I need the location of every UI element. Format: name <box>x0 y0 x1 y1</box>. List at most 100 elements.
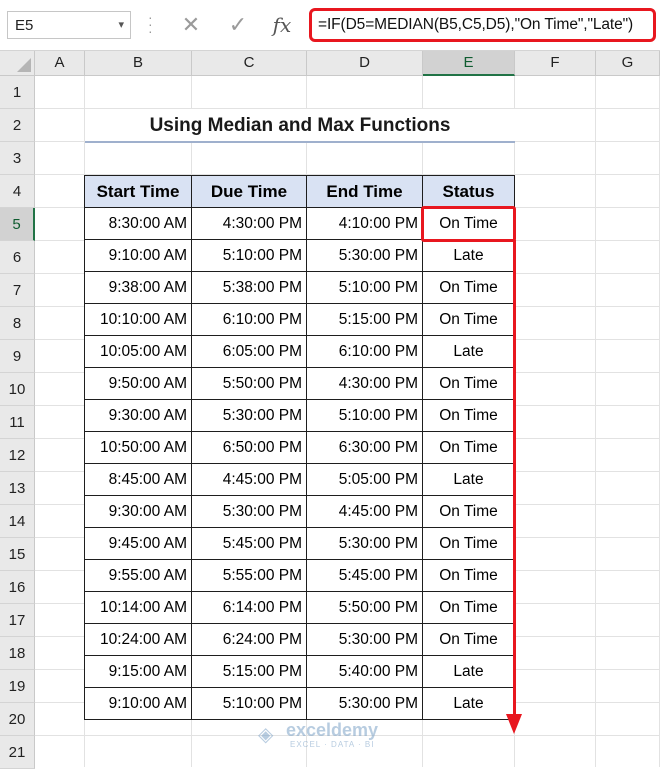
select-all-button[interactable] <box>0 51 35 76</box>
cell-end-time[interactable]: 5:45:00 PM <box>306 559 423 592</box>
cell-end-time[interactable]: 5:50:00 PM <box>306 591 423 624</box>
column-header-g[interactable]: G <box>596 51 660 76</box>
row-header-4[interactable]: 4 <box>0 175 35 208</box>
cell-status[interactable]: Late <box>422 463 515 496</box>
cell-due-time[interactable]: 6:05:00 PM <box>191 335 307 368</box>
header-end-time[interactable]: End Time <box>306 175 423 208</box>
cell-due-time[interactable]: 6:14:00 PM <box>191 591 307 624</box>
cell-start-time[interactable]: 10:24:00 AM <box>84 623 192 656</box>
cell-status[interactable]: On Time <box>422 431 515 464</box>
cell-start-time[interactable]: 9:10:00 AM <box>84 239 192 272</box>
cell-end-time[interactable]: 4:10:00 PM <box>306 207 423 240</box>
cell-status[interactable]: On Time <box>422 303 515 336</box>
cell-status[interactable]: On Time <box>422 367 515 400</box>
cell-due-time[interactable]: 4:45:00 PM <box>191 463 307 496</box>
cell-due-time[interactable]: 5:55:00 PM <box>191 559 307 592</box>
chevron-down-icon[interactable]: ▾ <box>118 18 124 31</box>
cell-status[interactable]: On Time <box>422 495 515 528</box>
cell-start-time[interactable]: 8:45:00 AM <box>84 463 192 496</box>
row-header-3[interactable]: 3 <box>0 142 35 175</box>
column-header-b[interactable]: B <box>85 51 192 76</box>
cell-end-time[interactable]: 4:30:00 PM <box>306 367 423 400</box>
cell-status[interactable]: Late <box>422 239 515 272</box>
cell-due-time[interactable]: 5:38:00 PM <box>191 271 307 304</box>
cell-start-time[interactable]: 10:14:00 AM <box>84 591 192 624</box>
cell-start-time[interactable]: 9:30:00 AM <box>84 399 192 432</box>
cell-end-time[interactable]: 5:40:00 PM <box>306 655 423 688</box>
row-header-14[interactable]: 14 <box>0 505 35 538</box>
cell-start-time[interactable]: 10:05:00 AM <box>84 335 192 368</box>
row-header-7[interactable]: 7 <box>0 274 35 307</box>
cell-end-time[interactable]: 5:05:00 PM <box>306 463 423 496</box>
row-header-6[interactable]: 6 <box>0 241 35 274</box>
row-header-8[interactable]: 8 <box>0 307 35 340</box>
cell-status[interactable]: Late <box>422 335 515 368</box>
row-header-5[interactable]: 5 <box>0 208 35 241</box>
cell-end-time[interactable]: 5:30:00 PM <box>306 239 423 272</box>
cell-status[interactable]: Late <box>422 687 515 720</box>
cell-due-time[interactable]: 6:50:00 PM <box>191 431 307 464</box>
column-header-c[interactable]: C <box>192 51 307 76</box>
row-header-2[interactable]: 2 <box>0 109 35 142</box>
row-header-19[interactable]: 19 <box>0 670 35 703</box>
cell-status[interactable]: On Time <box>422 623 515 656</box>
cell-due-time[interactable]: 4:30:00 PM <box>191 207 307 240</box>
cell-due-time[interactable]: 5:10:00 PM <box>191 687 307 720</box>
row-header-9[interactable]: 9 <box>0 340 35 373</box>
row-header-1[interactable]: 1 <box>0 76 35 109</box>
row-header-16[interactable]: 16 <box>0 571 35 604</box>
cell-end-time[interactable]: 4:45:00 PM <box>306 495 423 528</box>
cell-end-time[interactable]: 6:10:00 PM <box>306 335 423 368</box>
cell-start-time[interactable]: 9:15:00 AM <box>84 655 192 688</box>
cell-due-time[interactable]: 5:30:00 PM <box>191 495 307 528</box>
cell-status[interactable]: On Time <box>422 271 515 304</box>
header-start-time[interactable]: Start Time <box>84 175 192 208</box>
cell-end-time[interactable]: 5:15:00 PM <box>306 303 423 336</box>
cell-end-time[interactable]: 6:30:00 PM <box>306 431 423 464</box>
column-header-e[interactable]: E <box>423 51 515 76</box>
cell-start-time[interactable]: 9:45:00 AM <box>84 527 192 560</box>
cell-status[interactable]: On Time <box>422 559 515 592</box>
cell-due-time[interactable]: 5:15:00 PM <box>191 655 307 688</box>
column-header-a[interactable]: A <box>35 51 85 76</box>
cell-end-time[interactable]: 5:10:00 PM <box>306 271 423 304</box>
cell-due-time[interactable]: 5:50:00 PM <box>191 367 307 400</box>
cell-end-time[interactable]: 5:10:00 PM <box>306 399 423 432</box>
cell-start-time[interactable]: 9:38:00 AM <box>84 271 192 304</box>
cell-due-time[interactable]: 6:10:00 PM <box>191 303 307 336</box>
row-header-15[interactable]: 15 <box>0 538 35 571</box>
cell-status[interactable]: On Time <box>422 399 515 432</box>
cell-start-time[interactable]: 9:10:00 AM <box>84 687 192 720</box>
header-status[interactable]: Status <box>422 175 515 208</box>
row-header-21[interactable]: 21 <box>0 736 35 769</box>
row-header-12[interactable]: 12 <box>0 439 35 472</box>
cell-start-time[interactable]: 9:50:00 AM <box>84 367 192 400</box>
formula-input[interactable]: =IF(D5=MEDIAN(B5,C5,D5),"On Time","Late"… <box>309 8 656 42</box>
cell-start-time[interactable]: 9:30:00 AM <box>84 495 192 528</box>
row-header-11[interactable]: 11 <box>0 406 35 439</box>
cell-start-time[interactable]: 10:10:00 AM <box>84 303 192 336</box>
cell-end-time[interactable]: 5:30:00 PM <box>306 687 423 720</box>
cell-status[interactable]: On Time <box>422 591 515 624</box>
column-header-d[interactable]: D <box>307 51 423 76</box>
cell-start-time[interactable]: 8:30:00 AM <box>84 207 192 240</box>
row-header-17[interactable]: 17 <box>0 604 35 637</box>
row-header-20[interactable]: 20 <box>0 703 35 736</box>
row-header-13[interactable]: 13 <box>0 472 35 505</box>
cell-status[interactable]: Late <box>422 655 515 688</box>
header-due-time[interactable]: Due Time <box>191 175 307 208</box>
cell-status[interactable]: On Time <box>422 527 515 560</box>
cell-due-time[interactable]: 5:30:00 PM <box>191 399 307 432</box>
column-header-f[interactable]: F <box>515 51 596 76</box>
cell-end-time[interactable]: 5:30:00 PM <box>306 527 423 560</box>
insert-function-icon[interactable]: fx <box>262 11 302 39</box>
cell-due-time[interactable]: 5:45:00 PM <box>191 527 307 560</box>
drag-handle-icon[interactable]: · · · <box>148 10 153 38</box>
cell-start-time[interactable]: 10:50:00 AM <box>84 431 192 464</box>
name-box[interactable]: E5 ▾ <box>7 11 131 39</box>
cell-start-time[interactable]: 9:55:00 AM <box>84 559 192 592</box>
cancel-icon[interactable]: ✕ <box>171 11 211 39</box>
row-header-18[interactable]: 18 <box>0 637 35 670</box>
check-icon[interactable]: ✓ <box>218 11 258 39</box>
cell-end-time[interactable]: 5:30:00 PM <box>306 623 423 656</box>
